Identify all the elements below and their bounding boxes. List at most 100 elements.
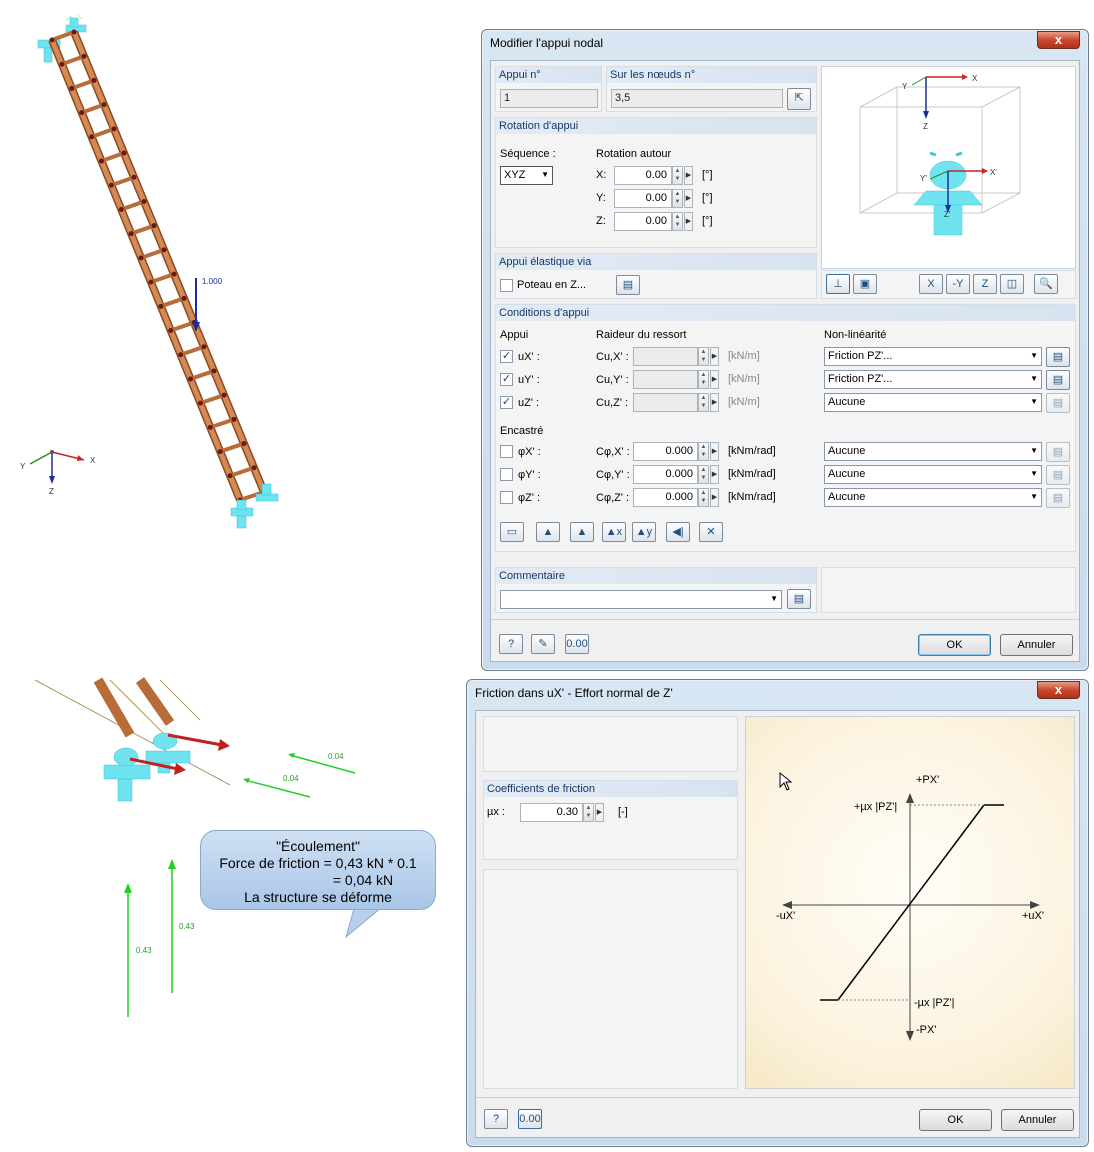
column-edit-button[interactable]: ▤	[616, 275, 640, 295]
help-button[interactable]: ?	[484, 1109, 508, 1129]
preset-hinged-button[interactable]: ▲	[536, 522, 560, 542]
preset-wall-button[interactable]: ◀|	[666, 522, 690, 542]
nodes-field[interactable]: 3,5	[611, 89, 783, 108]
spring-field[interactable]	[633, 370, 698, 389]
dof-checkbox[interactable]: ✓	[500, 350, 513, 363]
spring-arrow[interactable]: ▶	[710, 393, 719, 412]
dof-checkbox[interactable]	[500, 468, 513, 481]
spring-field[interactable]	[633, 347, 698, 366]
mouse-cursor-icon	[779, 771, 793, 791]
spring-spinner[interactable]: ▲ ▼	[698, 465, 709, 484]
rotation-spinner[interactable]: ▲ ▼	[672, 212, 683, 231]
spring-arrow[interactable]: ▶	[710, 488, 719, 507]
friction-result-view[interactable]: 0.04 0.04 0.43 0.43	[0, 675, 460, 1152]
ladder-node	[207, 424, 213, 430]
nonlinearity-edit-button[interactable]: ▤	[1046, 488, 1070, 508]
nonlinearity-dropdown[interactable]: Aucune	[824, 393, 1042, 412]
cancel-button[interactable]: Annuler	[1001, 1109, 1074, 1131]
units-button[interactable]: 0.00	[518, 1109, 542, 1129]
nonlinearity-edit-button[interactable]: ▤	[1046, 347, 1070, 367]
nonlinearity-dropdown[interactable]: Aucune	[824, 442, 1042, 461]
spring-arrow[interactable]: ▶	[710, 442, 719, 461]
spring-spinner[interactable]: ▲ ▼	[698, 370, 709, 389]
rotation-field[interactable]: 0.00	[614, 212, 672, 231]
dialog-title: Friction dans uX' - Effort normal de Z'	[475, 686, 673, 700]
ladder-node	[161, 247, 167, 253]
nonlinearity-edit-button[interactable]: ▤	[1046, 370, 1070, 390]
mu-x-arrow[interactable]: ▶	[595, 803, 604, 822]
help-button[interactable]: ?	[499, 634, 523, 654]
ladder-node	[227, 473, 233, 479]
spring-arrow[interactable]: ▶	[710, 347, 719, 366]
nonlinearity-edit-button[interactable]: ▤	[1046, 393, 1070, 413]
ladder-node	[121, 150, 127, 156]
preset-fixed-y-button[interactable]: ▲y	[632, 522, 656, 542]
rotation-field[interactable]: 0.00	[614, 166, 672, 185]
svg-text:Z: Z	[49, 487, 54, 496]
cancel-button[interactable]: Annuler	[1000, 634, 1073, 656]
rotation-arrow[interactable]: ▶	[684, 166, 693, 185]
spring-field[interactable]: 0.000	[633, 442, 698, 461]
pick-nodes-button[interactable]: ⇱	[787, 88, 811, 110]
view-render-button[interactable]: ▣	[853, 274, 877, 294]
nonlinearity-dropdown[interactable]: Friction PZ'...	[824, 347, 1042, 366]
ladder-node	[201, 344, 207, 350]
rotation-spinner[interactable]: ▲ ▼	[672, 189, 683, 208]
view-axes-button[interactable]: ⊥	[826, 274, 850, 294]
ladder-model-view[interactable]: 1.000 X Y Z	[0, 0, 440, 560]
mu-x-field[interactable]: 0.30	[520, 803, 583, 822]
nonlinearity-edit-button[interactable]: ▤	[1046, 442, 1070, 462]
dof-checkbox[interactable]: ✓	[500, 373, 513, 386]
comment-input[interactable]	[500, 590, 782, 609]
mu-x-spinner[interactable]: ▲ ▼	[583, 803, 594, 822]
column-in-z-checkbox[interactable]	[500, 279, 513, 292]
ok-button[interactable]: OK	[919, 1109, 992, 1131]
ladder-node	[141, 198, 147, 204]
ladder-node	[49, 37, 55, 43]
rotation-spinner[interactable]: ▲ ▼	[672, 166, 683, 185]
close-button[interactable]: x	[1037, 31, 1080, 49]
edit-icon: ▤	[1052, 446, 1064, 458]
rotation-arrow[interactable]: ▶	[684, 212, 693, 231]
spring-field[interactable]	[633, 393, 698, 412]
dof-checkbox[interactable]	[500, 445, 513, 458]
spring-arrow[interactable]: ▶	[710, 370, 719, 389]
ladder-rung	[179, 344, 205, 357]
spring-spinner[interactable]: ▲ ▼	[698, 488, 709, 507]
ladder-node	[197, 400, 203, 406]
rotation-arrow[interactable]: ▶	[684, 189, 693, 208]
nonlinearity-edit-button[interactable]: ▤	[1046, 465, 1070, 485]
spring-spinner[interactable]: ▲ ▼	[698, 393, 709, 412]
preset-fixed-x-button[interactable]: ▲x	[602, 522, 626, 542]
spring-spinner[interactable]: ▲ ▼	[698, 347, 709, 366]
edit-button[interactable]: ✎	[531, 634, 555, 654]
preset-free-button[interactable]: ▭	[500, 522, 524, 542]
preset-release-button[interactable]: ✕	[699, 522, 723, 542]
ok-button[interactable]: OK	[918, 634, 991, 656]
view-minus-y-button[interactable]: -Y	[946, 274, 970, 294]
dof-checkbox[interactable]: ✓	[500, 396, 513, 409]
spring-spinner[interactable]: ▲ ▼	[698, 442, 709, 461]
nonlinearity-dropdown[interactable]: Aucune	[824, 465, 1042, 484]
ladder-rung	[219, 441, 245, 454]
view-zoom-button[interactable]: 🔍	[1034, 274, 1058, 294]
support-number-field[interactable]: 1	[500, 89, 598, 108]
nonlinearity-dropdown[interactable]: Friction PZ'...	[824, 370, 1042, 389]
close-button[interactable]: x	[1037, 681, 1080, 699]
spring-field[interactable]: 0.000	[633, 488, 698, 507]
units-button[interactable]: 0.00	[565, 634, 589, 654]
comment-library-button[interactable]: ▤	[787, 589, 811, 609]
ladder-node	[138, 255, 144, 261]
svg-text:Y: Y	[20, 462, 26, 471]
view-iso-button[interactable]: ◫	[1000, 274, 1024, 294]
rotation-field[interactable]: 0.00	[614, 189, 672, 208]
spring-field[interactable]: 0.000	[633, 465, 698, 484]
view-z-button[interactable]: Z	[973, 274, 997, 294]
ladder-node	[168, 328, 174, 334]
dof-checkbox[interactable]	[500, 491, 513, 504]
preset-fixed-button[interactable]: ▲	[570, 522, 594, 542]
view-x-button[interactable]: X	[919, 274, 943, 294]
nonlinearity-dropdown[interactable]: Aucune	[824, 488, 1042, 507]
sequence-dropdown[interactable]: XYZ	[500, 166, 553, 185]
spring-arrow[interactable]: ▶	[710, 465, 719, 484]
